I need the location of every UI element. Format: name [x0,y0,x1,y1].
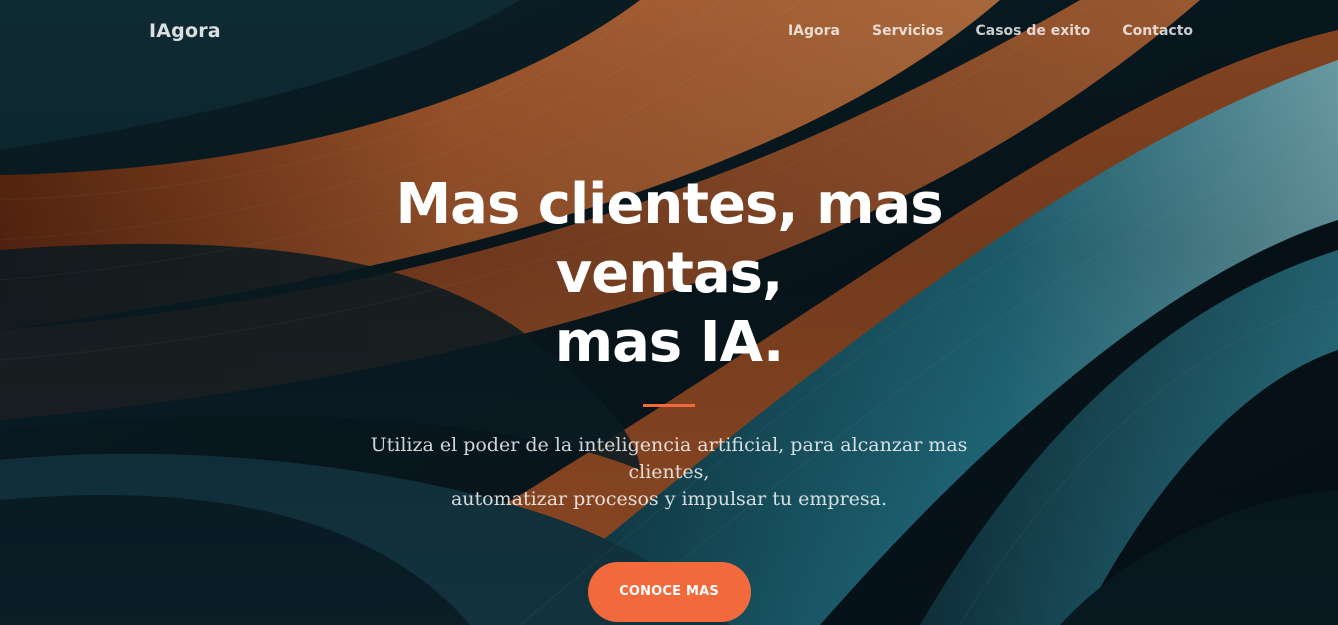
conoce-mas-button[interactable]: CONOCE MAS [587,562,751,622]
hero-headline-line-2: mas IA. [554,310,784,375]
nav-link-iagora[interactable]: IAgora [788,23,840,39]
nav-link-casos-de-exito[interactable]: Casos de exito [975,23,1090,39]
nav-link-contacto[interactable]: Contacto [1122,23,1193,39]
hero-divider [643,404,695,407]
hero-subtitle: Utiliza el poder de la inteligencia arti… [329,432,1009,513]
brand-logo-link[interactable]: IAgora [149,20,221,42]
top-navigation: IAgora IAgora Servicios Casos de exito C… [0,0,1338,64]
hero-section: Mas clientes, mas ventas, mas IA. Utiliz… [0,170,1338,622]
hero-subtitle-line-2: automatizar procesos y impulsar tu empre… [450,488,888,510]
hero-headline-line-1: Mas clientes, mas ventas, [395,172,943,306]
nav-links: IAgora Servicios Casos de exito Contacto [756,23,1193,39]
hero-headline: Mas clientes, mas ventas, mas IA. [289,170,1049,377]
landing-page: IAgora IAgora Servicios Casos de exito C… [0,0,1338,625]
nav-link-servicios[interactable]: Servicios [872,23,943,39]
hero-subtitle-line-1: Utiliza el poder de la inteligencia arti… [370,434,968,483]
